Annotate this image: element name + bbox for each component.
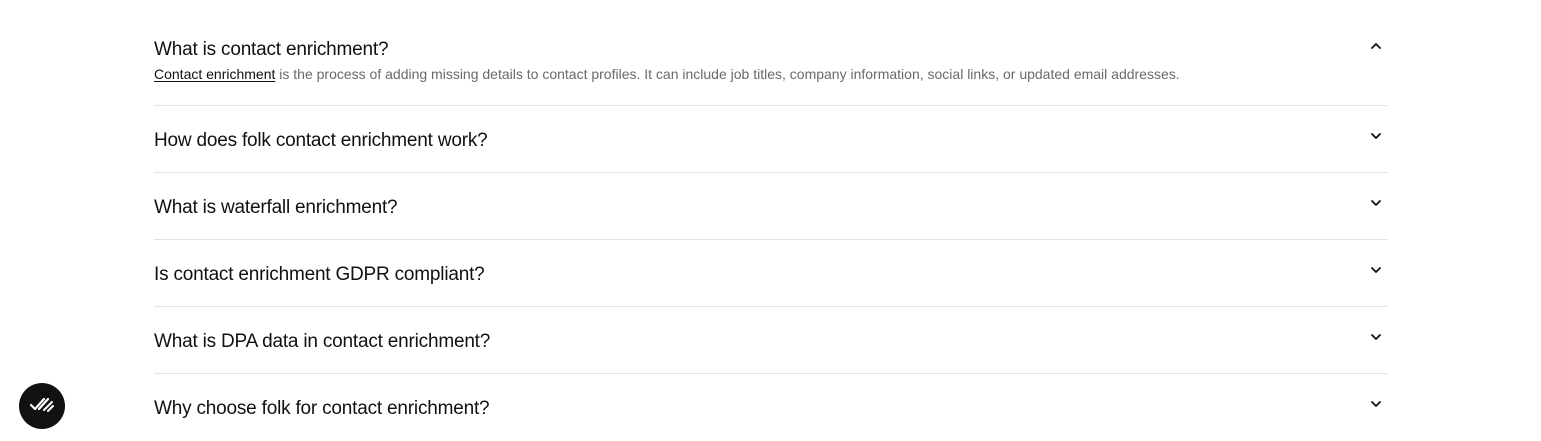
faq-question-toggle[interactable]: What is waterfall enrichment?: [154, 173, 1388, 240]
faq-item: Why choose folk for contact enrichment?: [154, 374, 1388, 441]
faq-list: What is contact enrichment? Contact enri…: [154, 0, 1388, 441]
check-marks-icon: [28, 394, 56, 419]
faq-question-text: Is contact enrichment GDPR compliant?: [154, 264, 485, 285]
faq-item: Is contact enrichment GDPR compliant?: [154, 240, 1388, 307]
chevron-down-icon: [1369, 263, 1383, 277]
faq-answer: Contact enrichment is the process of add…: [154, 66, 1180, 82]
faq-question-toggle[interactable]: What is contact enrichment?: [154, 0, 1388, 60]
floating-badge-button[interactable]: [19, 383, 65, 429]
faq-question-toggle[interactable]: How does folk contact enrichment work?: [154, 106, 1388, 173]
faq-question-text: Why choose folk for contact enrichment?: [154, 398, 490, 419]
chevron-up-icon: [1369, 39, 1383, 53]
faq-answer-text: is the process of adding missing details…: [275, 66, 1180, 82]
chevron-down-icon: [1369, 330, 1383, 344]
chevron-down-icon: [1369, 196, 1383, 210]
faq-question-text: What is waterfall enrichment?: [154, 197, 398, 218]
faq-question-text: How does folk contact enrichment work?: [154, 130, 488, 151]
faq-item: How does folk contact enrichment work?: [154, 106, 1388, 173]
faq-item: What is waterfall enrichment?: [154, 173, 1388, 240]
faq-question-toggle[interactable]: Why choose folk for contact enrichment?: [154, 374, 1388, 441]
faq-question-toggle[interactable]: Is contact enrichment GDPR compliant?: [154, 240, 1388, 307]
faq-question-text: What is contact enrichment?: [154, 39, 389, 60]
contact-enrichment-link[interactable]: Contact enrichment: [154, 66, 275, 82]
chevron-down-icon: [1369, 129, 1383, 143]
faq-question-text: What is DPA data in contact enrichment?: [154, 331, 491, 352]
faq-question-toggle[interactable]: What is DPA data in contact enrichment?: [154, 307, 1388, 374]
faq-item: What is DPA data in contact enrichment?: [154, 307, 1388, 374]
faq-item: What is contact enrichment? Contact enri…: [154, 0, 1388, 106]
chevron-down-icon: [1369, 397, 1383, 411]
